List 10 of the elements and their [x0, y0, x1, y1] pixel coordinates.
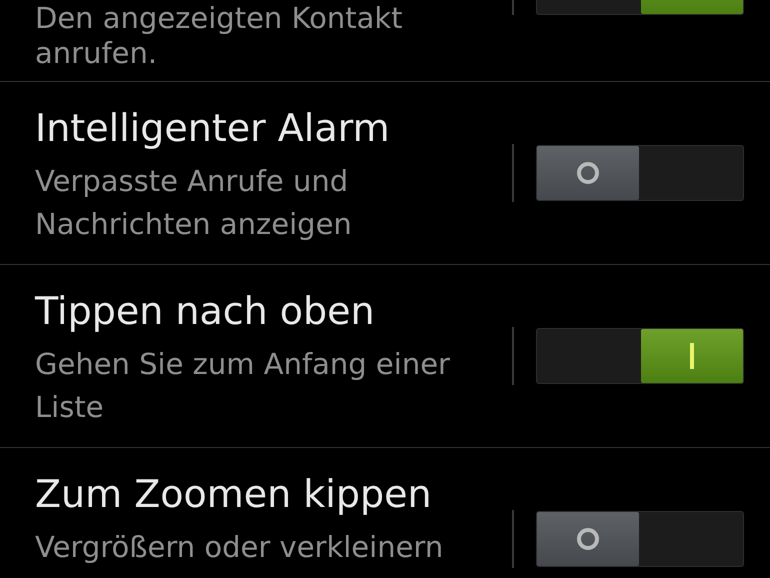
toggle-switch[interactable]	[536, 145, 744, 201]
setting-description: Vergrößern oder verkleinern	[35, 529, 444, 566]
setting-title: Tippen nach oben	[35, 288, 376, 335]
setting-description: Gehen Sie zum Anfang einer Liste	[35, 346, 451, 426]
toggle-switch[interactable]	[536, 511, 744, 567]
toggle-switch[interactable]	[536, 328, 744, 384]
setting-title: Zum Zoomen kippen	[35, 471, 433, 518]
setting-title: Intelligenter Alarm	[35, 105, 391, 152]
setting-description: Den angezeigten Kontakt anrufen.	[35, 1, 404, 71]
setting-description: Verpasste Anrufe und Nachrichten anzeigen	[35, 163, 353, 243]
